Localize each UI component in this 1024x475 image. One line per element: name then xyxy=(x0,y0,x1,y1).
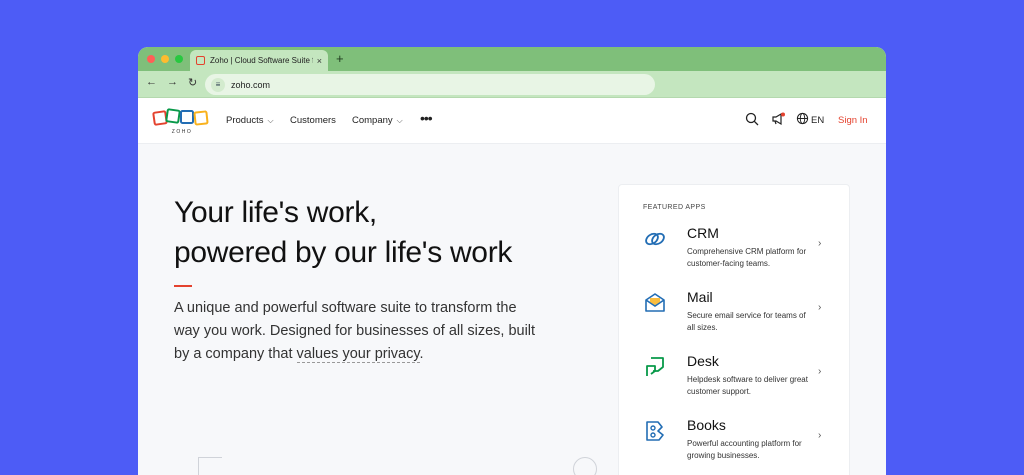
app-description: Secure email service for teams of all si… xyxy=(687,311,806,332)
chevron-right-icon: › xyxy=(818,302,822,313)
nav-products[interactable]: Products ⌵ xyxy=(226,115,274,126)
search-icon[interactable] xyxy=(745,112,759,126)
app-description: Comprehensive CRM platform for customer-… xyxy=(687,247,807,268)
chevron-down-icon: ⌵ xyxy=(267,116,274,125)
featured-apps-label: FEATURED APPS xyxy=(643,204,706,211)
new-tab-button[interactable]: + xyxy=(336,51,344,66)
nav-products-label: Products xyxy=(226,115,264,126)
reload-button[interactable]: ↻ xyxy=(188,76,197,89)
hero-title-line-2: powered by our life's work xyxy=(174,236,513,269)
sign-in-link[interactable]: Sign In xyxy=(838,115,868,126)
forward-button[interactable]: → xyxy=(167,76,178,88)
zoho-logo[interactable]: ZOHO xyxy=(152,107,212,137)
featured-app-crm[interactable]: CRM Comprehensive CRM platform for custo… xyxy=(619,225,851,285)
hero-accent-line xyxy=(174,285,192,287)
hero-title-line-1: Your life's work, xyxy=(174,196,377,229)
back-button[interactable]: ← xyxy=(146,76,157,88)
tab-zoho[interactable]: Zoho | Cloud Software Suite f × xyxy=(190,50,328,71)
nav-company[interactable]: Company ⌵ xyxy=(352,115,403,126)
more-menu-button[interactable]: ••• xyxy=(420,110,433,126)
privacy-link[interactable]: values your privacy xyxy=(296,345,420,363)
announcement-megaphone-icon[interactable] xyxy=(771,112,785,126)
chevron-right-icon: › xyxy=(818,238,822,249)
featured-apps-card: FEATURED APPS CRM Comprehensive CRM plat… xyxy=(618,184,850,475)
globe-icon[interactable] xyxy=(796,112,809,125)
featured-app-mail[interactable]: Mail Secure email service for teams of a… xyxy=(619,289,851,349)
zoho-favicon-icon xyxy=(196,56,205,65)
nav-company-label: Company xyxy=(352,115,393,126)
mail-icon xyxy=(645,293,665,312)
minimize-window-button[interactable] xyxy=(161,55,169,63)
hero-description-end: . xyxy=(419,345,424,362)
featured-app-books[interactable]: Books Powerful accounting platform for g… xyxy=(619,417,851,475)
url-text: zoho.com xyxy=(231,79,271,90)
decorative-circle-shape xyxy=(573,457,597,475)
books-icon xyxy=(646,421,664,441)
close-window-button[interactable] xyxy=(147,55,155,63)
maximize-window-button[interactable] xyxy=(175,55,183,63)
app-description: Helpdesk software to deliver great custo… xyxy=(687,375,808,396)
address-bar[interactable]: ≡ zoho.com xyxy=(205,74,655,95)
chevron-down-icon: ⌵ xyxy=(396,116,403,125)
tab-title: Zoho | Cloud Software Suite f xyxy=(210,56,313,65)
site-info-icon[interactable]: ≡ xyxy=(211,77,225,92)
tab-close-icon[interactable]: × xyxy=(317,56,322,66)
hero-title: Your life's work, powered by our life's … xyxy=(174,193,544,273)
window-controls xyxy=(147,55,183,63)
crm-icon xyxy=(645,232,665,246)
chevron-right-icon: › xyxy=(818,430,822,441)
app-name: Desk xyxy=(687,353,719,369)
nav-customers[interactable]: Customers xyxy=(290,115,336,126)
featured-app-desk[interactable]: Desk Helpdesk software to deliver great … xyxy=(619,353,851,413)
tab-strip: Zoho | Cloud Software Suite f × + xyxy=(138,47,886,71)
desk-icon xyxy=(646,357,664,376)
app-name: CRM xyxy=(687,225,719,241)
site-header: ZOHO Products ⌵ Customers Company ⌵ ••• EN… xyxy=(138,98,886,144)
chevron-right-icon: › xyxy=(818,366,822,377)
logo-wordmark: ZOHO xyxy=(172,129,192,135)
hero-section: Your life's work, powered by our life's … xyxy=(174,193,544,366)
decorative-corner-shape xyxy=(198,457,222,475)
app-name: Books xyxy=(687,417,726,433)
language-selector[interactable]: EN xyxy=(811,115,824,126)
browser-window: Zoho | Cloud Software Suite f × + ← → ↻ … xyxy=(138,47,886,475)
browser-toolbar: ← → ↻ ≡ zoho.com xyxy=(138,71,886,98)
app-description: Powerful accounting platform for growing… xyxy=(687,439,802,460)
app-name: Mail xyxy=(687,289,713,305)
hero-description: A unique and powerful software suite to … xyxy=(174,297,544,366)
